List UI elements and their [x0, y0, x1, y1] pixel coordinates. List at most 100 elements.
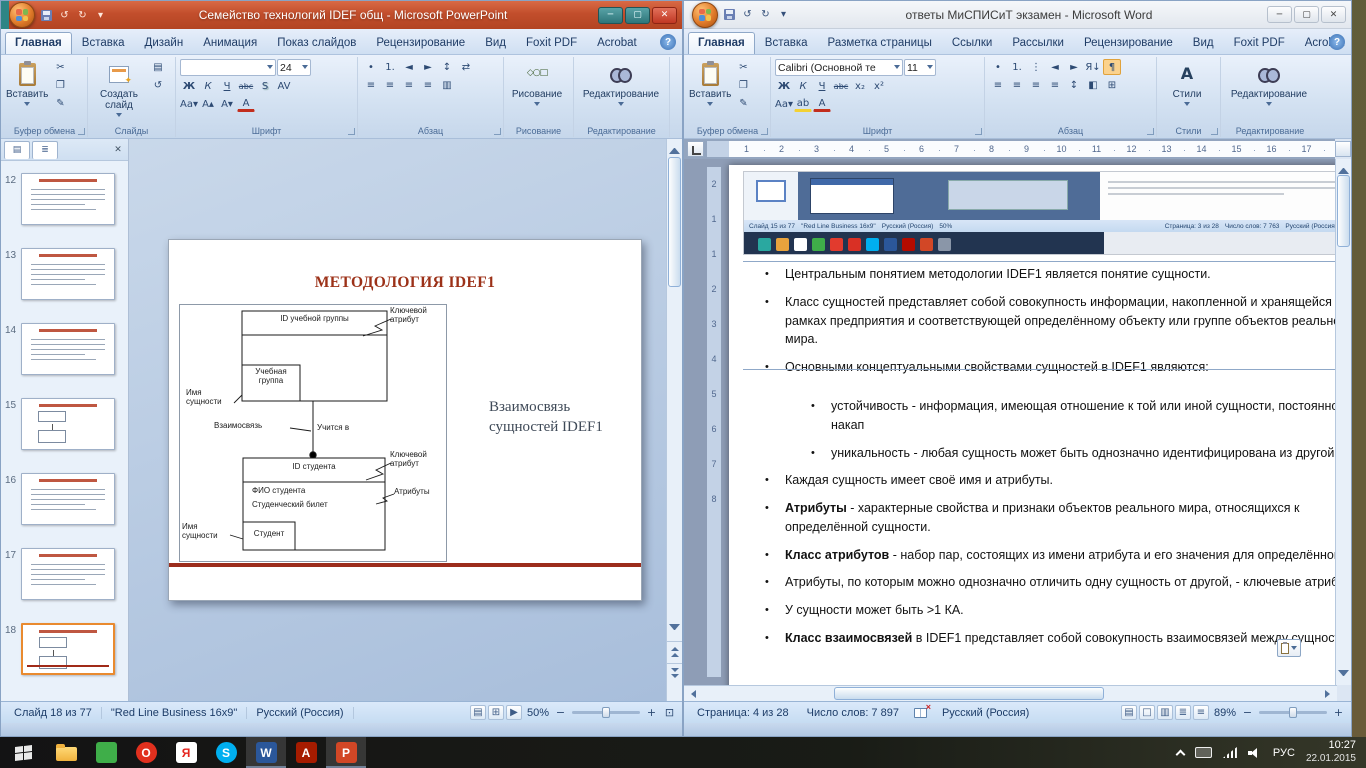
- taskbar-powerpoint-icon[interactable]: P: [326, 737, 366, 768]
- previous-slide-button[interactable]: [667, 641, 682, 661]
- taskbar-file-explorer-icon[interactable]: [46, 737, 86, 768]
- align-right-icon[interactable]: ≡: [1027, 77, 1045, 93]
- scroll-left-icon[interactable]: [687, 690, 696, 698]
- sort-icon[interactable]: Я↓: [1084, 59, 1102, 75]
- text-shadow-icon[interactable]: S: [256, 78, 274, 94]
- numbering-icon[interactable]: 1.: [1008, 59, 1026, 75]
- cut-icon[interactable]: ✂: [51, 59, 69, 75]
- decrease-indent-icon[interactable]: ◄: [400, 59, 418, 75]
- customize-qat-icon[interactable]: ▾: [776, 7, 791, 22]
- format-painter-icon[interactable]: ✎: [734, 95, 752, 111]
- scrollbar-thumb[interactable]: [668, 157, 681, 287]
- slideshow-icon[interactable]: ▶: [506, 705, 522, 720]
- font-size-combo[interactable]: 11: [904, 59, 936, 76]
- text-direction-icon[interactable]: ⇄: [457, 59, 475, 75]
- slide-thumbnail-18[interactable]: 18: [5, 623, 128, 675]
- close-button[interactable]: ✕: [652, 7, 677, 24]
- borders-icon[interactable]: ⊞: [1103, 77, 1121, 93]
- ppt-tab-4[interactable]: Анимация: [193, 32, 267, 54]
- character-spacing-icon[interactable]: AV: [275, 78, 293, 94]
- strikethrough-icon[interactable]: abc: [237, 78, 255, 94]
- maximize-button[interactable]: ▢: [1294, 6, 1319, 23]
- ppt-tab-2[interactable]: Вставка: [72, 32, 135, 54]
- justify-icon[interactable]: ≡: [1046, 77, 1064, 93]
- italic-icon[interactable]: К: [199, 78, 217, 94]
- volume-icon[interactable]: [1248, 747, 1262, 759]
- zoom-slider[interactable]: [572, 711, 640, 714]
- subscript-icon[interactable]: x₂: [851, 78, 869, 94]
- font-color-icon[interactable]: А: [813, 97, 831, 112]
- italic-icon[interactable]: К: [794, 78, 812, 94]
- line-spacing-icon[interactable]: ↕: [438, 59, 456, 75]
- ppt-tab-8[interactable]: Foxit PDF: [516, 32, 587, 54]
- zoom-out-button[interactable]: −: [1241, 706, 1254, 719]
- slide-thumbnail-13[interactable]: 13: [5, 248, 128, 300]
- taskbar-word-icon[interactable]: W: [246, 737, 286, 768]
- align-right-icon[interactable]: ≡: [400, 77, 418, 93]
- word-tab-5[interactable]: Рассылки: [1002, 32, 1074, 54]
- underline-icon[interactable]: Ч: [218, 78, 236, 94]
- minimize-button[interactable]: ─: [598, 7, 623, 24]
- paste-button[interactable]: Вставить: [6, 59, 48, 109]
- align-left-icon[interactable]: ≡: [362, 77, 380, 93]
- customize-qat-icon[interactable]: ▾: [93, 8, 108, 23]
- multilevel-list-icon[interactable]: ⋮: [1027, 59, 1045, 75]
- undo-icon[interactable]: ↺: [57, 8, 72, 23]
- word-horizontal-scrollbar[interactable]: [684, 685, 1337, 701]
- justify-icon[interactable]: ≡: [419, 77, 437, 93]
- save-icon[interactable]: [722, 7, 737, 22]
- drawing-button[interactable]: ◇○□ Рисование: [508, 59, 566, 109]
- web-layout-icon[interactable]: ▥: [1157, 705, 1173, 720]
- word-tab-2[interactable]: Вставка: [755, 32, 818, 54]
- taskbar-yandex-browser-icon[interactable]: Я: [166, 737, 206, 768]
- copy-icon[interactable]: ❐: [51, 77, 69, 93]
- bullets-icon[interactable]: •: [362, 59, 380, 75]
- scroll-down-icon[interactable]: [1338, 670, 1349, 681]
- strikethrough-icon[interactable]: abc: [832, 78, 850, 94]
- font-name-combo[interactable]: [180, 59, 276, 76]
- ppt-tab-1[interactable]: Главная: [5, 32, 72, 54]
- ruler-toggle-button[interactable]: [1335, 141, 1351, 157]
- decrease-font-icon[interactable]: А▾: [218, 96, 236, 112]
- decrease-indent-icon[interactable]: ◄: [1046, 59, 1064, 75]
- font-name-combo[interactable]: Calibri (Основной те: [775, 59, 903, 76]
- slide-thumbnail-15[interactable]: 15: [5, 398, 128, 450]
- highlight-color-icon[interactable]: ab: [794, 97, 812, 112]
- zoom-level[interactable]: 50%: [527, 707, 549, 719]
- font-color-icon[interactable]: А: [237, 97, 255, 112]
- scrollbar-thumb[interactable]: [834, 687, 1104, 700]
- columns-icon[interactable]: ▥: [438, 77, 456, 93]
- shading-icon[interactable]: ◧: [1084, 77, 1102, 93]
- help-button[interactable]: ?: [1329, 34, 1345, 50]
- line-spacing-icon[interactable]: ↕: [1065, 77, 1083, 93]
- dialog-launcher-icon[interactable]: [1211, 128, 1218, 135]
- scroll-down-icon[interactable]: [669, 624, 680, 635]
- language-indicator[interactable]: Русский (Россия): [247, 707, 353, 719]
- tab-selector[interactable]: [687, 141, 704, 157]
- scroll-right-icon[interactable]: [1325, 690, 1334, 698]
- outline-view-icon[interactable]: ≣: [1175, 705, 1191, 720]
- scrollbar-thumb[interactable]: [1337, 175, 1350, 247]
- close-button[interactable]: ✕: [1321, 6, 1346, 23]
- change-case-icon[interactable]: Аа▾: [775, 96, 793, 112]
- bold-icon[interactable]: Ж: [775, 78, 793, 94]
- save-icon[interactable]: [39, 8, 54, 23]
- dialog-launcher-icon[interactable]: [494, 128, 501, 135]
- slide-thumbnail-16[interactable]: 16: [5, 473, 128, 525]
- touch-keyboard-icon[interactable]: [1195, 747, 1212, 758]
- full-screen-icon[interactable]: □: [1139, 705, 1155, 720]
- bullets-icon[interactable]: •: [989, 59, 1007, 75]
- paste-button[interactable]: Вставить: [689, 59, 731, 109]
- increase-indent-icon[interactable]: ►: [1065, 59, 1083, 75]
- minimize-button[interactable]: ─: [1267, 6, 1292, 23]
- maximize-button[interactable]: ▢: [625, 7, 650, 24]
- hidden-icons-chevron[interactable]: [1175, 750, 1185, 760]
- bold-icon[interactable]: Ж: [180, 78, 198, 94]
- word-title-bar[interactable]: ↺↻▾ ответы МиСПИСиТ экзамен - Microsoft …: [684, 1, 1351, 29]
- zoom-in-button[interactable]: +: [1332, 706, 1345, 719]
- slide-sorter-icon[interactable]: ⊞: [488, 705, 504, 720]
- slide-thumbnail-14[interactable]: 14: [5, 323, 128, 375]
- align-center-icon[interactable]: ≡: [381, 77, 399, 93]
- language-badge[interactable]: РУС: [1273, 747, 1295, 759]
- zoom-out-button[interactable]: −: [554, 706, 567, 719]
